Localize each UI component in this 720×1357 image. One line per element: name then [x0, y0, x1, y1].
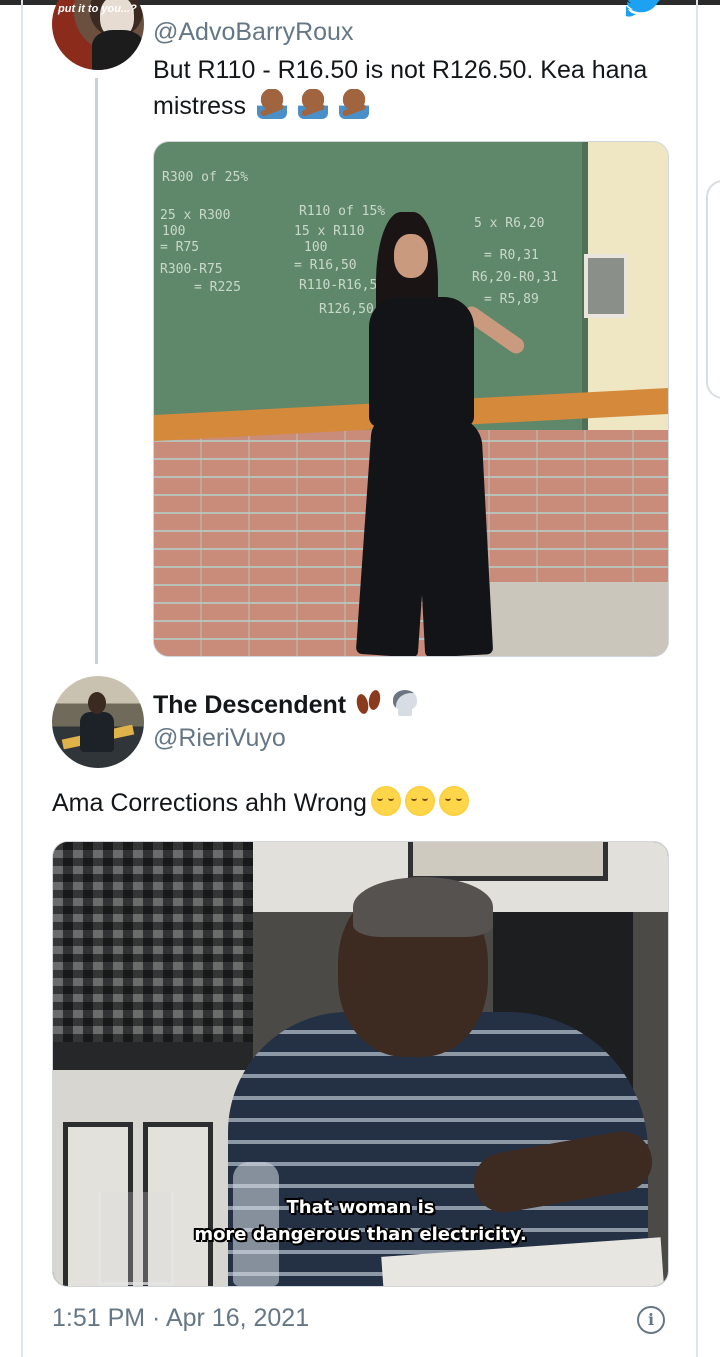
tweet2-display-name[interactable]: The Descendent — [153, 688, 420, 720]
chalk-text: 25 x R300 — [160, 208, 231, 223]
tweet1-text: But R110 - R16.50 is not R126.50. Kea ha… — [153, 52, 673, 124]
avatar-robe — [92, 30, 144, 70]
avatar-body — [80, 712, 114, 752]
skull-icon — [390, 688, 420, 718]
subtitle-line-1: That woman is — [286, 1197, 435, 1218]
tweet1-body: But R110 - R16.50 is not R126.50. Kea ha… — [153, 56, 648, 120]
scroll-handle[interactable] — [706, 180, 720, 399]
info-icon[interactable]: i — [637, 1306, 665, 1334]
display-name-text: The Descendent — [153, 691, 347, 719]
tweet1-photo-classroom[interactable]: R300 of 25% 25 x R300 100 = R75 R300-R75… — [153, 141, 669, 657]
tweet2-handle[interactable]: @RieriVuyo — [153, 724, 286, 753]
photo-top — [369, 297, 474, 427]
chalk-text: R300 of 25% — [162, 170, 249, 185]
subtitle-line-2: more dangerous than electricity. — [194, 1224, 527, 1245]
photo-woman — [324, 212, 528, 656]
avatar-head — [88, 692, 106, 714]
tweet1-handle[interactable]: @AdvoBarryRoux — [153, 18, 353, 47]
photo-face — [394, 234, 428, 278]
timeline-border-left — [21, 0, 23, 1357]
photo-window — [584, 254, 628, 318]
thread-connector — [95, 78, 98, 664]
relieved-face-icon — [438, 786, 469, 816]
relieved-face-icon — [370, 786, 401, 816]
person-gesturing-no-icon — [257, 89, 288, 119]
chalk-text: R300-R75 — [160, 262, 223, 277]
photo-pants — [412, 415, 494, 656]
chalk-text: 100 — [162, 224, 186, 239]
chalk-text: = R225 — [194, 280, 241, 295]
person-gesturing-no-icon — [297, 89, 328, 119]
chalk-text: = R75 — [160, 240, 200, 255]
still-man-hair — [353, 877, 493, 937]
tweet2-text: Ama Corrections ahh Wrong — [52, 786, 469, 818]
person-gesturing-no-icon — [338, 89, 369, 119]
tweet-timestamp[interactable]: 1:51 PM · Apr 16, 2021 — [52, 1304, 309, 1333]
still-tile-shading — [53, 842, 253, 1042]
avatar-caption: put it to you...? — [58, 3, 137, 15]
avatar-advobarryroux[interactable]: put it to you...? — [52, 0, 144, 70]
footprints-icon — [354, 688, 384, 718]
still-counter — [53, 1042, 253, 1070]
relieved-face-icon — [404, 786, 435, 816]
tweet2-video-still[interactable]: That woman is more dangerous than electr… — [52, 841, 669, 1287]
avatar-rierivuyo[interactable] — [52, 676, 144, 768]
tweet2-body: Ama Corrections ahh Wrong — [52, 789, 367, 817]
timeline-border-right — [696, 0, 698, 1357]
twitter-bird-icon — [626, 0, 660, 17]
still-picture-frame — [408, 842, 608, 881]
